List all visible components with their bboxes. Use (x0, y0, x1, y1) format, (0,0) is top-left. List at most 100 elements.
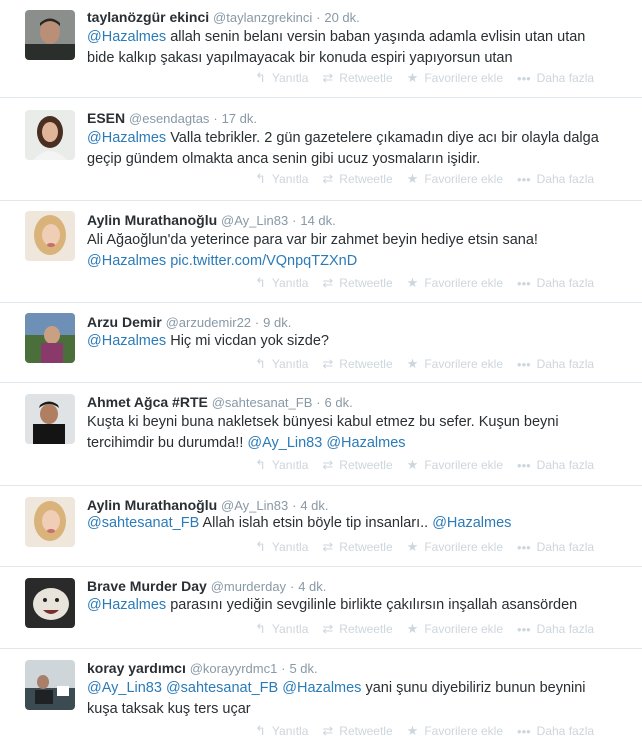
mention-link[interactable]: @Hazalmes (87, 597, 166, 613)
reply-button[interactable]: ↰ Yanıtla (255, 457, 308, 473)
avatar[interactable] (25, 110, 75, 160)
mention-link[interactable]: @Ay_Lin83 (87, 680, 162, 696)
retweet-button[interactable]: ⇄ Retweetle (322, 70, 392, 86)
timestamp[interactable]: 14 dk. (300, 213, 335, 228)
reply-button[interactable]: ↰ Yanıtla (255, 171, 308, 187)
tweet-item[interactable]: Aylin Murathanoğlu @Ay_Lin83 · 14 dk. Al… (0, 201, 642, 303)
author-handle[interactable]: @arzudemir22 (166, 315, 251, 330)
reply-button[interactable]: ↰ Yanıtla (255, 356, 308, 372)
author-name[interactable]: taylanözgür ekinci (87, 9, 209, 25)
retweet-button[interactable]: ⇄ Retweetle (322, 171, 392, 187)
mention-link[interactable]: @sahtesanat_FB (162, 680, 278, 696)
reply-button[interactable]: ↰ Yanıtla (255, 275, 308, 291)
separator-dot: · (289, 579, 295, 594)
reply-button[interactable]: ↰ Yanıtla (255, 723, 308, 739)
author-name[interactable]: ESEN (87, 110, 125, 126)
more-button[interactable]: ••• Daha fazla (517, 724, 594, 739)
favorite-button[interactable]: ★ Favorilere ekle (407, 356, 503, 372)
tweet-item[interactable]: Brave Murder Day @murderday · 4 dk. @Haz… (0, 567, 642, 649)
tweet-text-line: tercihimdir bu durumda!! (87, 435, 248, 451)
timestamp[interactable]: 20 dk. (324, 10, 359, 25)
more-button[interactable]: ••• Daha fazla (517, 540, 594, 555)
author-name[interactable]: Ahmet Ağca #RTE (87, 394, 208, 410)
mention-link[interactable]: @Hazalmes (278, 680, 361, 696)
retweet-button[interactable]: ⇄ Retweetle (322, 356, 392, 372)
more-button[interactable]: ••• Daha fazla (517, 458, 594, 473)
tweet-item[interactable]: Arzu Demir @arzudemir22 · 9 dk. @Hazalme… (0, 303, 642, 383)
author-name[interactable]: Aylin Murathanoğlu (87, 497, 217, 513)
author-name[interactable]: Aylin Murathanoğlu (87, 212, 217, 228)
favorite-button[interactable]: ★ Favorilere ekle (407, 70, 503, 86)
mention-link[interactable]: @Hazalmes (87, 29, 166, 45)
retweet-button[interactable]: ⇄ Retweetle (322, 621, 392, 637)
reply-label: Yanıtla (271, 622, 309, 636)
author-handle[interactable]: @Ay_Lin83 (221, 213, 288, 228)
mention-link[interactable]: @Hazalmes (432, 515, 511, 531)
retweet-button[interactable]: ⇄ Retweetle (322, 723, 392, 739)
retweet-button[interactable]: ⇄ Retweetle (322, 457, 392, 473)
author-handle[interactable]: @korayyrdmc1 (190, 661, 278, 676)
tweet-text: @sahtesanat_FB Allah islah etsin böyle t… (87, 513, 612, 534)
tweet-header: Ahmet Ağca #RTE @sahtesanat_FB · 6 dk. (87, 393, 622, 412)
avatar[interactable] (25, 10, 75, 60)
more-button[interactable]: ••• Daha fazla (517, 357, 594, 372)
tweet-text: @Ay_Lin83 @sahtesanat_FB @Hazalmes yani … (87, 678, 612, 720)
avatar[interactable] (25, 313, 75, 363)
author-name[interactable]: koray yardımcı (87, 660, 186, 676)
mention-link[interactable]: @Ay_Lin83 (247, 435, 322, 451)
tweet-item[interactable]: ESEN @esendagtas · 17 dk. @Hazalmes Vall… (0, 98, 642, 201)
retweet-label: Retweetle (339, 357, 393, 371)
author-handle[interactable]: @Ay_Lin83 (221, 498, 288, 513)
favorite-label: Favorilere ekle (424, 357, 504, 371)
author-handle[interactable]: @esendagtas (129, 111, 209, 126)
favorite-button[interactable]: ★ Favorilere ekle (407, 539, 503, 555)
timestamp[interactable]: 4 dk. (300, 498, 328, 513)
author-name[interactable]: Brave Murder Day (87, 578, 207, 594)
more-button[interactable]: ••• Daha fazla (517, 622, 594, 637)
reply-button[interactable]: ↰ Yanıtla (255, 621, 308, 637)
separator-dot: · (292, 213, 297, 228)
timestamp[interactable]: 4 dk. (298, 579, 326, 594)
tweet-item[interactable]: koray yardımcı @korayyrdmc1 · 5 dk. @Ay_… (0, 649, 642, 740)
timestamp[interactable]: 6 dk. (325, 395, 353, 410)
author-handle[interactable]: @murderday (211, 579, 286, 594)
avatar[interactable] (25, 497, 75, 547)
author-handle[interactable]: @taylanzgrekinci (213, 10, 312, 25)
tweet-item[interactable]: taylanözgür ekinci @taylanzgrekinci · 20… (0, 0, 642, 98)
mention-link[interactable]: @Hazalmes (322, 435, 405, 451)
favorite-button[interactable]: ★ Favorilere ekle (407, 457, 503, 473)
mention-link[interactable]: @sahtesanat_FB (87, 515, 199, 531)
more-button[interactable]: ••• Daha fazla (517, 172, 594, 187)
media-link[interactable]: pic.twitter.com/VQnpqTZXnD (166, 253, 357, 269)
favorite-button[interactable]: ★ Favorilere ekle (407, 171, 503, 187)
author-handle[interactable]: @sahtesanat_FB (212, 395, 313, 410)
favorite-label: Favorilere ekle (424, 724, 504, 738)
reply-button[interactable]: ↰ Yanıtla (255, 70, 308, 86)
tweet-item[interactable]: Aylin Murathanoğlu @Ay_Lin83 · 4 dk. @sa… (0, 486, 642, 567)
retweet-button[interactable]: ⇄ Retweetle (322, 539, 392, 555)
retweet-label: Retweetle (339, 540, 393, 554)
avatar[interactable] (25, 660, 75, 710)
timestamp[interactable]: 9 dk. (263, 315, 291, 330)
timestamp[interactable]: 5 dk. (289, 661, 317, 676)
tweet-text: Ali Ağaoğlun'da yeterince para var bir z… (87, 230, 612, 272)
mention-link[interactable]: @Hazalmes (87, 130, 166, 146)
mention-link[interactable]: @Hazalmes (87, 253, 166, 269)
reply-button[interactable]: ↰ Yanıtla (255, 539, 308, 555)
more-button[interactable]: ••• Daha fazla (517, 276, 594, 291)
avatar[interactable] (25, 211, 75, 261)
timestamp[interactable]: 17 dk. (222, 111, 257, 126)
separator-dot: · (213, 111, 218, 126)
mention-link[interactable]: @Hazalmes (87, 333, 166, 349)
more-button[interactable]: ••• Daha fazla (517, 71, 594, 86)
reply-label: Yanıtla (271, 172, 309, 186)
tweet-actions: ↰ Yanıtla ⇄ Retweetle ★ Favorilere ekle •••… (255, 171, 608, 187)
favorite-button[interactable]: ★ Favorilere ekle (407, 621, 503, 637)
retweet-button[interactable]: ⇄ Retweetle (322, 275, 392, 291)
author-name[interactable]: Arzu Demir (87, 314, 162, 330)
avatar[interactable] (25, 394, 75, 444)
tweet-item[interactable]: Ahmet Ağca #RTE @sahtesanat_FB · 6 dk. K… (0, 383, 642, 486)
favorite-button[interactable]: ★ Favorilere ekle (407, 275, 503, 291)
favorite-button[interactable]: ★ Favorilere ekle (407, 723, 503, 739)
avatar[interactable] (25, 578, 75, 628)
